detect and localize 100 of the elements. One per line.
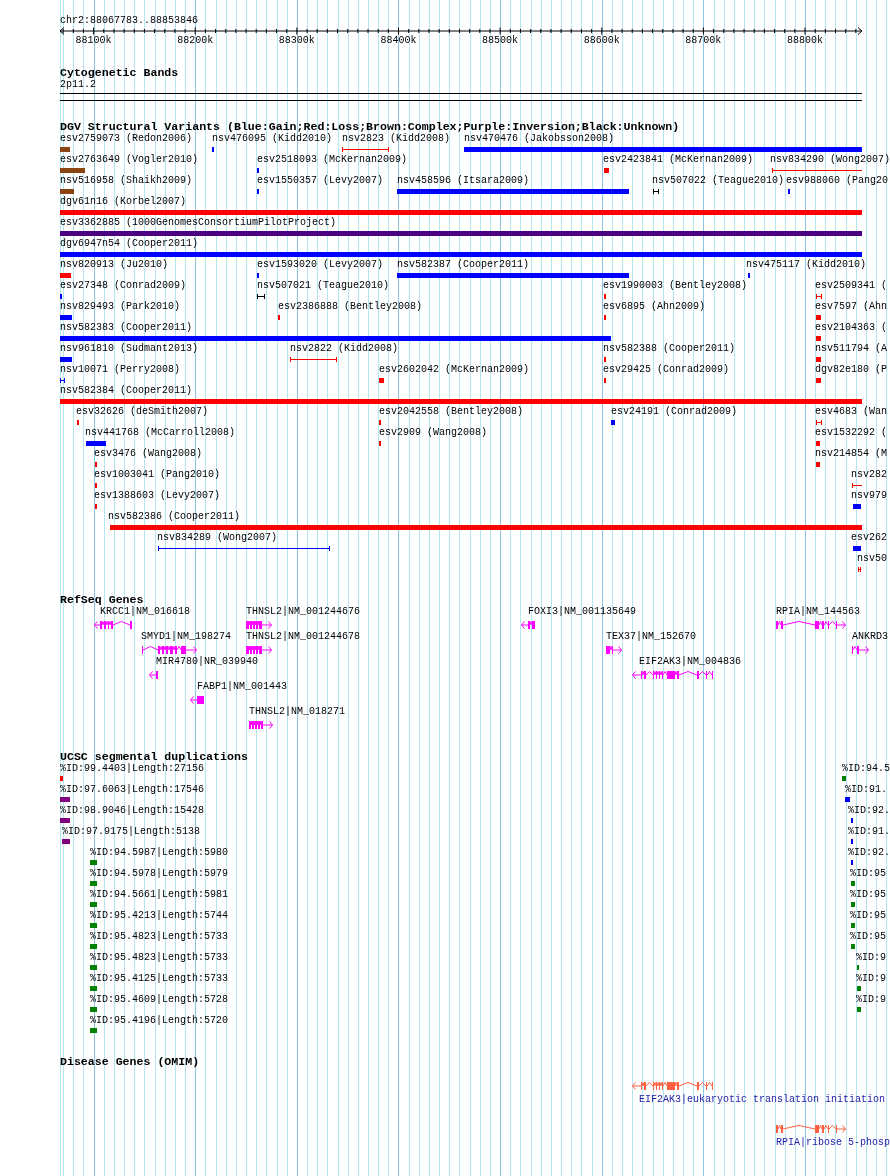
gene-model-drawing[interactable]: [142, 645, 197, 655]
variant-label: esv29425 (Conrad2009): [603, 364, 730, 376]
chromosome-band[interactable]: [60, 93, 862, 101]
duplication-label: %ID:97.6063|Length:17546: [60, 784, 205, 796]
variant-bar[interactable]: [464, 147, 862, 152]
duplication-bar[interactable]: [851, 902, 855, 907]
variant-bar[interactable]: [816, 336, 821, 341]
gene-label: FABP1|NM_001443: [197, 681, 287, 693]
variant-bar[interactable]: [816, 441, 820, 446]
variant-span[interactable]: [653, 189, 659, 194]
duplication-bar[interactable]: [851, 944, 855, 949]
duplication-bar[interactable]: [90, 944, 97, 949]
variant-span[interactable]: [257, 294, 265, 299]
variant-bar[interactable]: [816, 357, 821, 362]
variant-label: nsv582387 (Cooper2011): [397, 259, 530, 271]
variant-bar[interactable]: [816, 378, 821, 383]
variant-label: esv2759073 (Redon2006): [60, 133, 193, 145]
variant-bar[interactable]: [379, 378, 384, 383]
variant-bar[interactable]: [60, 399, 862, 404]
variant-label: esv262: [851, 532, 887, 544]
variant-bar[interactable]: [60, 189, 74, 194]
duplication-bar[interactable]: [90, 902, 97, 907]
variant-label: nsv820913 (Ju2010): [60, 259, 169, 271]
variant-bar[interactable]: [816, 315, 821, 320]
gene-model-drawing[interactable]: [149, 670, 158, 680]
variant-label: nsv2823 (Kidd2008): [342, 133, 451, 145]
duplication-bar[interactable]: [90, 965, 97, 970]
variant-bar[interactable]: [397, 189, 629, 194]
variant-bar[interactable]: [397, 273, 629, 278]
duplication-bar[interactable]: [90, 1028, 97, 1033]
tick-label: 88700k: [685, 35, 722, 46]
duplication-label: %ID:94.5661|Length:5981: [90, 889, 229, 901]
duplication-bar[interactable]: [857, 986, 861, 991]
gene-label: THNSL2|NM_018271: [249, 706, 345, 718]
variant-label: nsv582388 (Cooper2011): [603, 343, 736, 355]
gene-model-drawing[interactable]: [249, 720, 273, 730]
gene-model-drawing[interactable]: [246, 645, 272, 655]
gene-label: FOXI3|NM_001135649: [528, 606, 637, 618]
duplication-bar[interactable]: [857, 1007, 861, 1012]
gene-model-drawing[interactable]: [190, 695, 204, 705]
duplication-bar[interactable]: [62, 839, 70, 844]
variant-bar[interactable]: [60, 168, 85, 173]
variant-bar[interactable]: [60, 273, 71, 278]
duplication-bar[interactable]: [90, 1007, 97, 1012]
gene-label: ANKRD3: [852, 631, 888, 643]
variant-bar[interactable]: [110, 525, 862, 530]
gene-model-drawing[interactable]: [776, 1124, 846, 1134]
variant-label: esv1003041 (Pang2010): [94, 469, 221, 481]
variant-span[interactable]: [158, 546, 330, 551]
variant-label: nsv829493 (Park2010): [60, 301, 181, 313]
variant-bar[interactable]: [60, 231, 862, 236]
duplication-bar[interactable]: [90, 986, 97, 991]
variant-label: nsv582383 (Cooper2011): [60, 322, 193, 334]
variant-bar[interactable]: [611, 420, 615, 425]
duplication-label: %ID:97.9175|Length:5138: [62, 826, 201, 838]
variant-bar[interactable]: [816, 462, 820, 467]
variant-bar[interactable]: [60, 252, 862, 257]
duplication-label: %ID:95.4609|Length:5728: [90, 994, 229, 1006]
gene-model-drawing[interactable]: [632, 670, 713, 680]
duplication-bar[interactable]: [60, 818, 70, 823]
variant-label: nsv458596 (Itsara2009): [397, 175, 530, 187]
gene-label: THNSL2|NM_001244676: [246, 606, 361, 618]
duplication-bar[interactable]: [60, 797, 70, 802]
variant-bar[interactable]: [853, 504, 861, 509]
variant-bar[interactable]: [60, 336, 611, 341]
track-title: Cytogenetic Bands: [60, 67, 179, 79]
variant-label: esv7597 (Ahn: [815, 301, 887, 313]
disease-gene-label: RPIA|ribose 5-phosp: [776, 1137, 890, 1149]
gene-model-drawing[interactable]: [246, 620, 272, 630]
duplication-label: %ID:99.4403|Length:27156: [60, 763, 205, 775]
variant-label: nsv979: [851, 490, 887, 502]
variant-label: nsv511794 (A: [815, 343, 887, 355]
duplication-bar[interactable]: [90, 881, 97, 886]
variant-bar[interactable]: [853, 546, 861, 551]
variant-label: esv988060 (Pang20: [786, 175, 889, 187]
gene-model-drawing[interactable]: [852, 645, 869, 655]
gene-model-drawing[interactable]: [606, 645, 622, 655]
variant-bar[interactable]: [86, 441, 106, 446]
variant-label: esv2104363 (: [815, 322, 887, 334]
duplication-bar[interactable]: [90, 923, 97, 928]
variant-label: esv27348 (Conrad2009): [60, 280, 187, 292]
gene-model-drawing[interactable]: [521, 620, 535, 630]
duplication-bar[interactable]: [851, 881, 855, 886]
gene-model-drawing[interactable]: [632, 1081, 713, 1091]
variant-bar[interactable]: [604, 168, 609, 173]
duplication-bar[interactable]: [845, 797, 850, 802]
variant-bar[interactable]: [60, 147, 70, 152]
duplication-bar[interactable]: [842, 776, 846, 781]
duplication-bar[interactable]: [60, 776, 63, 781]
variant-label: nsv834289 (Wong2007): [157, 532, 278, 544]
variant-bar[interactable]: [60, 357, 72, 362]
variant-span[interactable]: [60, 378, 65, 383]
variant-bar[interactable]: [60, 315, 72, 320]
gene-model-drawing[interactable]: [776, 620, 846, 630]
gene-model-drawing[interactable]: [94, 620, 132, 630]
variant-label: esv2509341 (: [815, 280, 887, 292]
duplication-bar[interactable]: [851, 923, 855, 928]
variant-bar[interactable]: [60, 210, 862, 215]
duplication-bar[interactable]: [90, 860, 97, 865]
variant-label: nsv516958 (Shaikh2009): [60, 175, 193, 187]
